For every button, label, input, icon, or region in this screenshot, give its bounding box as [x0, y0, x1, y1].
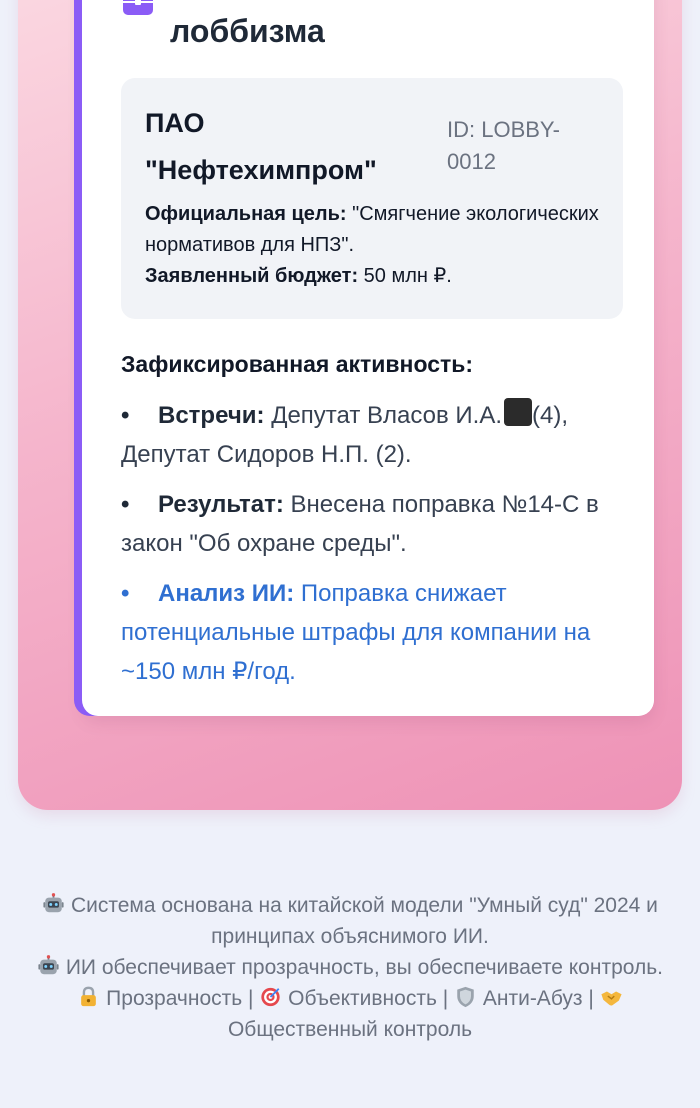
declared-budget-value: 50 млн ₽. — [358, 265, 452, 287]
registry-heading: Открытый реестр лоббизма — [170, 13, 325, 49]
list-item-ai-analysis: • Анализ ИИ: Поправка снижает потенциальн… — [121, 574, 631, 691]
official-goal: Официальная цель: "Смягчение экологическ… — [145, 199, 605, 261]
activity-title: Зафиксированная активность: — [121, 351, 474, 377]
pink-panel: Открытый реестр лоббизма ПАО "Нефтехимпр… — [18, 0, 682, 810]
meetings-value: Депутат Власов И.А. — [264, 402, 502, 429]
entity-id: ID: LOBBY-0012 — [447, 117, 560, 174]
shield-icon — [457, 986, 474, 1008]
footer-model-text: Система основана на китайской модели "Ум… — [65, 894, 658, 948]
robot-icon — [38, 955, 59, 975]
entity-name: ПАО "Нефтехимпром" — [145, 108, 377, 185]
lock-icon — [81, 986, 97, 1007]
bullet: • — [121, 580, 130, 607]
declared-budget-label: Заявленный бюджет: — [145, 265, 359, 287]
result-label: Результат: — [158, 491, 284, 518]
bullet: • — [121, 491, 130, 518]
target-icon — [261, 987, 280, 1007]
list-item-meetings: • Встречи: Депутат Власов И.А. (4), Депута… — [121, 396, 631, 474]
value-objectivity: Объективность | — [282, 987, 455, 1010]
footer-transparency-text: ИИ обеспечивает прозрачность, вы обеспеч… — [59, 956, 663, 979]
activity-list: • Встречи: Депутат Власов И.А. (4), Депута… — [121, 396, 631, 702]
stop-icon — [504, 398, 532, 426]
value-public-control: Общественный контроль — [227, 1018, 473, 1041]
footer: Система основана на китайской модели "Ум… — [20, 890, 680, 1045]
handshake-icon — [601, 991, 622, 1006]
bullet: • — [121, 402, 130, 429]
footer-values: Прозрачность | Объективность | Анти-Абуз… — [20, 983, 680, 1045]
declared-budget: Заявленный бюджет: 50 млн ₽. — [145, 261, 605, 292]
briefcase-icon — [123, 0, 153, 15]
entity-details: Официальная цель: "Смягчение экологическ… — [145, 199, 605, 292]
footer-line-transparency: ИИ обеспечивает прозрачность, вы обеспеч… — [20, 952, 680, 983]
official-goal-label: Официальная цель: — [145, 203, 347, 225]
entity-box: ПАО "Нефтехимпром" ID: LOBBY-0012 Официа… — [121, 78, 623, 319]
lobby-registry-card: Открытый реестр лоббизма ПАО "Нефтехимпр… — [82, 0, 654, 716]
meetings-label: Встречи: — [158, 402, 265, 429]
ai-analysis-label: Анализ ИИ: — [158, 580, 295, 607]
value-anti-abuse: Анти-Абуз | — [477, 987, 600, 1010]
robot-icon — [43, 893, 64, 913]
list-item-result: • Результат: Внесена поправка №14-С в зак… — [121, 485, 631, 563]
card-body: Открытый реестр лоббизма ПАО "Нефтехимпр… — [90, 0, 654, 716]
footer-line-model: Система основана на китайской модели "Ум… — [20, 890, 680, 952]
value-transparency: Прозрачность | — [100, 987, 260, 1010]
